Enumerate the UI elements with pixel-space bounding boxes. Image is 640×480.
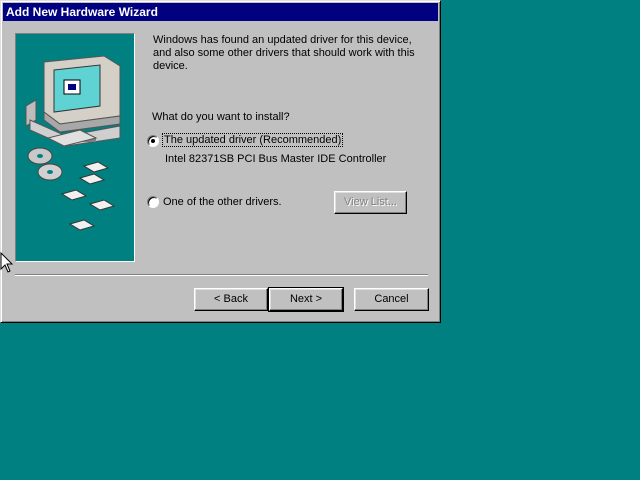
install-question: What do you want to install? (152, 111, 290, 123)
next-button[interactable]: Next > (268, 287, 344, 312)
cancel-button[interactable]: Cancel (354, 288, 429, 311)
radio-updated-driver[interactable] (147, 135, 159, 147)
wizard-window: Add New Hardware Wizard Windows has foun… (0, 0, 441, 323)
intro-text: Windows has found an updated driver for … (153, 34, 415, 72)
title-bar[interactable]: Add New Hardware Wizard (3, 3, 438, 21)
mouse-cursor-icon (0, 252, 14, 273)
view-list-button[interactable]: View List... (334, 191, 407, 214)
wizard-illustration (15, 33, 135, 262)
back-button[interactable]: < Back (194, 288, 268, 311)
option-updated-driver-label[interactable]: The updated driver (Recommended) (161, 133, 344, 147)
driver-detail: Intel 82371SB PCI Bus Master IDE Control… (165, 153, 387, 165)
option-other-drivers-label[interactable]: One of the other drivers. (163, 196, 282, 208)
window-title: Add New Hardware Wizard (6, 5, 158, 19)
separator (15, 274, 428, 276)
computer-and-disks-icon (25, 55, 121, 231)
radio-selected-dot (151, 139, 155, 143)
radio-other-drivers[interactable] (147, 196, 159, 208)
